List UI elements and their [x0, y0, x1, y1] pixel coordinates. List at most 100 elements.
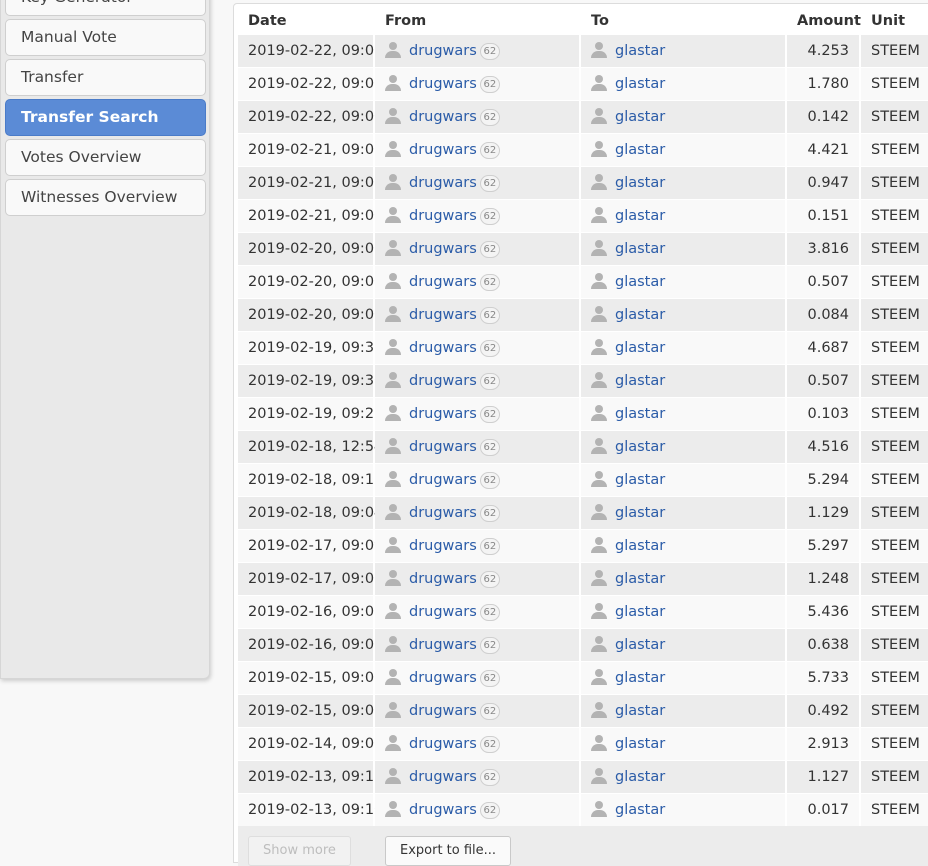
to-account-link[interactable]: glastar: [615, 142, 665, 158]
to-account-link[interactable]: glastar: [615, 769, 665, 785]
from-account: drugwars 62: [375, 266, 579, 298]
from-account-link[interactable]: drugwars: [409, 142, 477, 158]
to-account-link[interactable]: glastar: [615, 703, 665, 719]
transfer-unit: STEEM: [861, 266, 928, 298]
to-account-link[interactable]: glastar: [615, 670, 665, 686]
sidebar-item-votes-overview[interactable]: Votes Overview: [5, 139, 206, 176]
reputation-badge: 62: [479, 472, 500, 489]
to-account-link[interactable]: glastar: [615, 406, 665, 422]
table-row: 2019-02-18, 09:12 drugwars 62 glastar 5.294 S…: [238, 463, 928, 496]
transfer-amount: 4.253: [787, 35, 859, 67]
from-account-link[interactable]: drugwars: [409, 175, 477, 191]
from-account-link[interactable]: drugwars: [409, 538, 477, 554]
from-account-link[interactable]: drugwars: [409, 505, 477, 521]
to-account-link[interactable]: glastar: [615, 373, 665, 389]
from-account-link[interactable]: drugwars: [409, 307, 477, 323]
to-account-link[interactable]: glastar: [615, 175, 665, 191]
to-account-link[interactable]: glastar: [615, 307, 665, 323]
to-account-link[interactable]: glastar: [615, 505, 665, 521]
from-account-link[interactable]: drugwars: [409, 241, 477, 257]
to-account-link[interactable]: glastar: [615, 241, 665, 257]
from-account: drugwars 62: [375, 200, 579, 232]
from-account: drugwars 62: [375, 497, 579, 529]
column-header-to[interactable]: To: [591, 4, 609, 34]
sidebar-item-transfer[interactable]: Transfer: [5, 59, 206, 96]
transfer-unit: STEEM: [861, 728, 928, 760]
transfer-unit: STEEM: [861, 35, 928, 67]
from-account-link[interactable]: drugwars: [409, 637, 477, 653]
to-account-link[interactable]: glastar: [615, 802, 665, 818]
from-account: drugwars 62: [375, 167, 579, 199]
table-row: 2019-02-14, 09:07 drugwars 62 glastar 2.913 S…: [238, 727, 928, 760]
from-account-link[interactable]: drugwars: [409, 736, 477, 752]
sidebar-item-transfer-search[interactable]: Transfer Search: [5, 99, 206, 136]
transfer-unit: STEEM: [861, 497, 928, 529]
from-account-link[interactable]: drugwars: [409, 604, 477, 620]
to-account-link[interactable]: glastar: [615, 637, 665, 653]
transfer-unit: STEEM: [861, 233, 928, 265]
transfer-amount: 1.248: [787, 563, 859, 595]
from-account: drugwars 62: [375, 596, 579, 628]
to-account-link[interactable]: glastar: [615, 109, 665, 125]
from-account-link[interactable]: drugwars: [409, 274, 477, 290]
from-account-link[interactable]: drugwars: [409, 670, 477, 686]
user-icon: [591, 702, 607, 718]
user-icon: [591, 768, 607, 784]
export-button[interactable]: Export to file...: [385, 836, 512, 866]
to-account: glastar: [581, 35, 785, 67]
from-account-link[interactable]: drugwars: [409, 802, 477, 818]
transfer-amount: 0.103: [787, 398, 859, 430]
table-row: 2019-02-21, 09:00 drugwars 62 glastar 0.151 S…: [238, 199, 928, 232]
from-account-link[interactable]: drugwars: [409, 472, 477, 488]
column-header-date[interactable]: Date: [248, 4, 287, 34]
from-account-link[interactable]: drugwars: [409, 439, 477, 455]
sidebar-item-manual-vote[interactable]: Manual Vote: [5, 19, 206, 56]
from-account-link[interactable]: drugwars: [409, 769, 477, 785]
user-icon: [385, 603, 401, 619]
user-icon: [591, 636, 607, 652]
from-account-link[interactable]: drugwars: [409, 373, 477, 389]
from-account-link[interactable]: drugwars: [409, 76, 477, 92]
from-account: drugwars 62: [375, 431, 579, 463]
from-account: drugwars 62: [375, 794, 579, 826]
from-account: drugwars 62: [375, 563, 579, 595]
sidebar-item-key-generator[interactable]: Key Generator: [5, 0, 206, 16]
to-account-link[interactable]: glastar: [615, 472, 665, 488]
from-account-link[interactable]: drugwars: [409, 208, 477, 224]
user-icon: [385, 702, 401, 718]
reputation-badge: 62: [479, 373, 500, 390]
to-account-link[interactable]: glastar: [615, 43, 665, 59]
table-row: 2019-02-22, 09:01 drugwars 62 glastar 1.780 S…: [238, 67, 928, 100]
to-account-link[interactable]: glastar: [615, 538, 665, 554]
column-header-from[interactable]: From: [385, 4, 426, 34]
reputation-badge: 62: [479, 538, 500, 555]
column-header-amount[interactable]: Amount: [797, 4, 861, 34]
from-account: drugwars 62: [375, 35, 579, 67]
column-header-unit[interactable]: Unit: [871, 4, 905, 34]
from-account-link[interactable]: drugwars: [409, 340, 477, 356]
reputation-badge: 62: [479, 43, 500, 60]
transfer-amount: 2.913: [787, 728, 859, 760]
user-icon: [385, 471, 401, 487]
to-account-link[interactable]: glastar: [615, 340, 665, 356]
to-account-link[interactable]: glastar: [615, 208, 665, 224]
from-account-link[interactable]: drugwars: [409, 406, 477, 422]
from-account: drugwars 62: [375, 629, 579, 661]
to-account-link[interactable]: glastar: [615, 76, 665, 92]
to-account-link[interactable]: glastar: [615, 736, 665, 752]
from-account-link[interactable]: drugwars: [409, 109, 477, 125]
to-account-link[interactable]: glastar: [615, 274, 665, 290]
from-account-link[interactable]: drugwars: [409, 703, 477, 719]
from-account-link[interactable]: drugwars: [409, 43, 477, 59]
from-account-link[interactable]: drugwars: [409, 571, 477, 587]
user-icon: [385, 570, 401, 586]
sidebar-item-witnesses-overview[interactable]: Witnesses Overview: [5, 179, 206, 216]
table-row: 2019-02-21, 09:01 drugwars 62 glastar 0.947 S…: [238, 166, 928, 199]
user-icon: [385, 207, 401, 223]
to-account-link[interactable]: glastar: [615, 604, 665, 620]
to-account-link[interactable]: glastar: [615, 571, 665, 587]
to-account: glastar: [581, 794, 785, 826]
to-account-link[interactable]: glastar: [615, 439, 665, 455]
transfer-results-panel: Date From To Amount Unit 2019-02-22, 09:…: [233, 3, 928, 866]
show-more-button[interactable]: Show more: [248, 836, 351, 866]
